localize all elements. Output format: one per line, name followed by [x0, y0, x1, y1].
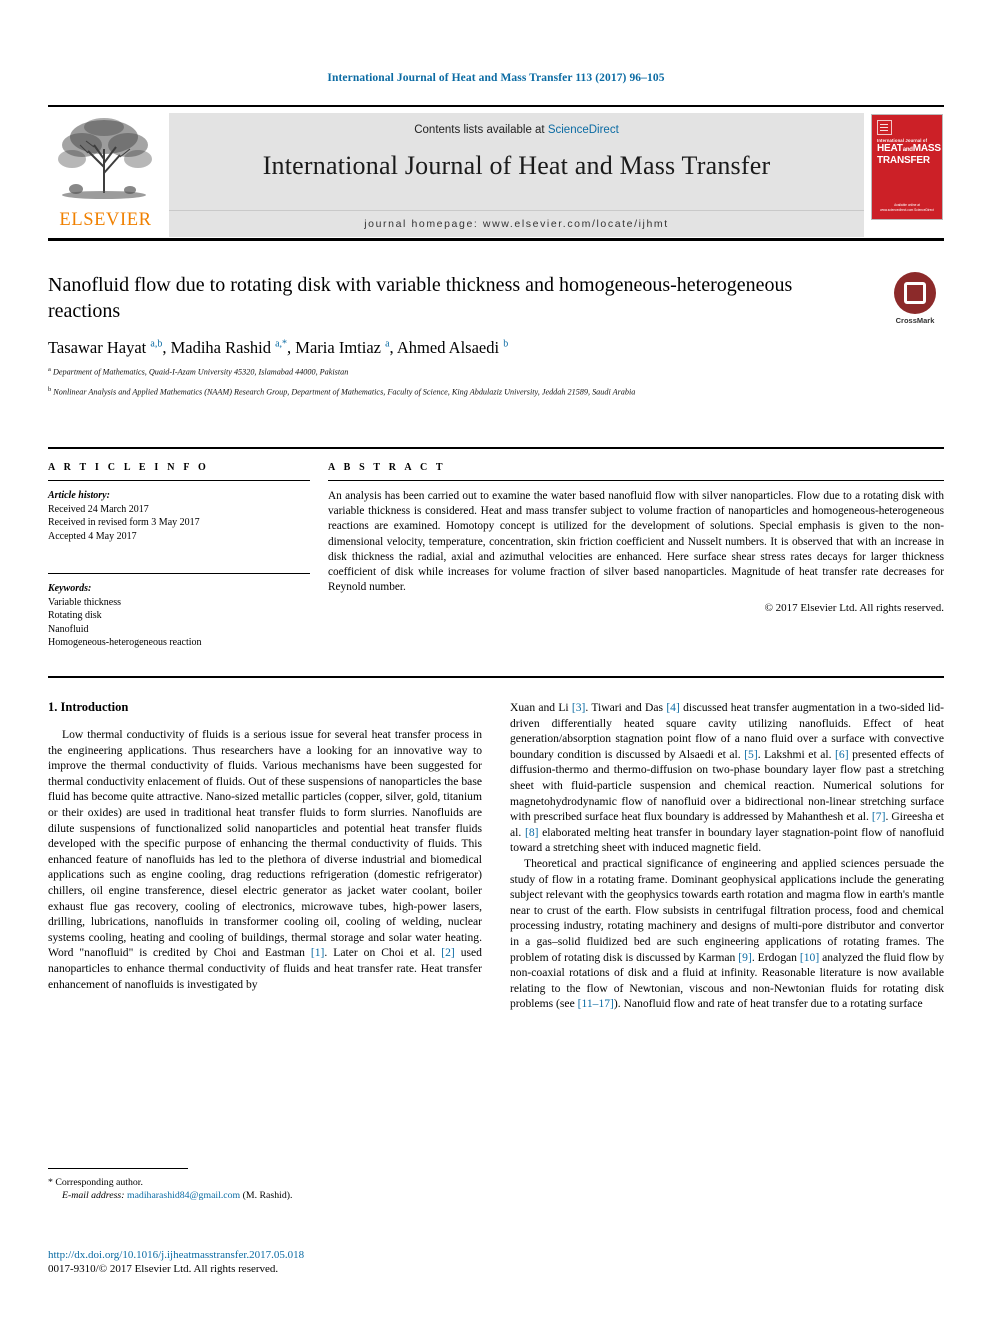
keywords-rule	[48, 573, 310, 574]
journal-masthead: ELSEVIER Contents lists available at Sci…	[48, 105, 944, 237]
article-history-label: Article history:	[48, 490, 110, 501]
article-accepted: Accepted 4 May 2017	[48, 530, 137, 542]
article-revised: Received in revised form 3 May 2017	[48, 517, 200, 528]
cover-title-and: and	[902, 147, 913, 153]
keyword-item: Variable thickness	[48, 596, 122, 608]
cover-title-transfer: TRANSFER	[877, 154, 930, 166]
cover-footer: Available online at www.sciencedirect.co…	[880, 203, 934, 212]
journal-title: International Journal of Heat and Mass T…	[262, 151, 771, 180]
abstract-heading: A B S T R A C T	[328, 462, 446, 473]
corresponding-author-line: * Corresponding author.	[48, 1176, 482, 1189]
crossmark-label: CrossMark	[895, 316, 935, 325]
journal-cover-thumbnail: International Journal of HEATandMASS TRA…	[870, 113, 944, 237]
abstract-column: A B S T R A C T An analysis has been car…	[328, 462, 944, 650]
page-title: Nanofluid flow due to rotating disk with…	[48, 274, 793, 322]
doi-block: http://dx.doi.org/10.1016/j.ijheatmasstr…	[48, 1248, 548, 1276]
abstract-bottom-rule	[48, 676, 944, 678]
intro-paragraph-right-1: Xuan and Li [3]. Tiwari and Das [4] disc…	[510, 701, 944, 855]
journal-homepage-bar[interactable]: journal homepage: www.elsevier.com/locat…	[169, 210, 864, 237]
cover-title: HEATandMASS TRANSFER	[877, 143, 941, 166]
title-block: Nanofluid flow due to rotating disk with…	[48, 272, 848, 398]
elsevier-wordmark: ELSEVIER	[59, 210, 152, 230]
cover-title-mass: MASS	[912, 143, 941, 154]
article-received: Received 24 March 2017	[48, 503, 149, 515]
sciencedirect-link[interactable]: ScienceDirect	[548, 124, 619, 136]
affiliation-a-text: Department of Mathematics, Quaid-I-Azam …	[52, 367, 349, 377]
email-label: E-mail address:	[62, 1190, 125, 1201]
info-abstract-section: A R T I C L E I N F O Article history: R…	[48, 462, 944, 650]
cover-title-heat: HEAT	[877, 143, 903, 154]
keyword-item: Nanofluid	[48, 623, 89, 635]
article-info-column: A R T I C L E I N F O Article history: R…	[48, 462, 310, 650]
paper-page: International Journal of Heat and Mass T…	[0, 0, 992, 1323]
elsevier-logo: ELSEVIER	[48, 113, 163, 237]
keywords-block: Keywords: Variable thickness Rotating di…	[48, 573, 310, 650]
email-line: E-mail address: madiharashid84@gmail.com…	[48, 1189, 482, 1202]
journal-homepage-text: journal homepage: www.elsevier.com/locat…	[364, 218, 669, 230]
affiliation-a: a Department of Mathematics, Quaid-I-Aza…	[48, 366, 349, 377]
body-column-right: Xuan and Li [3]. Tiwari and Das [4] disc…	[510, 700, 944, 1012]
corresponding-marker: *	[48, 1177, 53, 1188]
body-column-left: 1. Introduction Low thermal conductivity…	[48, 700, 482, 1012]
corresponding-text: Corresponding author.	[55, 1177, 143, 1188]
email-link[interactable]: madiharashid84@gmail.com	[127, 1190, 240, 1201]
author-list: Tasawar Hayat a,b, Madiha Rashid a,*, Ma…	[48, 338, 509, 357]
abstract-copyright: © 2017 Elsevier Ltd. All rights reserved…	[764, 602, 944, 615]
elsevier-tree-icon	[58, 118, 152, 199]
footnote-block: * Corresponding author. E-mail address: …	[48, 1168, 482, 1202]
footnote-rule	[48, 1168, 188, 1169]
keyword-item: Rotating disk	[48, 610, 102, 621]
intro-paragraph-left: Low thermal conductivity of fluids is a …	[48, 728, 482, 991]
abstract-text: An analysis has been carried out to exam…	[328, 490, 944, 594]
cover-elsevier-mark-icon	[877, 120, 892, 135]
keyword-item: Homogeneous-heterogeneous reaction	[48, 637, 202, 648]
body-columns: 1. Introduction Low thermal conductivity…	[48, 700, 944, 1012]
intro-paragraph-right-2: Theoretical and practical significance o…	[510, 856, 945, 1011]
contents-available-line: Contents lists available at ScienceDirec…	[169, 124, 864, 136]
article-info-rule	[48, 480, 310, 481]
article-history: Article history: Received 24 March 2017 …	[48, 489, 310, 543]
affiliation-b-text: Nonlinear Analysis and Applied Mathemati…	[53, 387, 636, 397]
doi-link[interactable]: http://dx.doi.org/10.1016/j.ijheatmasstr…	[48, 1248, 548, 1262]
article-info-heading: A R T I C L E I N F O	[48, 462, 209, 473]
issn-copyright: 0017-9310/© 2017 Elsevier Ltd. All right…	[48, 1263, 279, 1275]
masthead-center: Contents lists available at ScienceDirec…	[169, 113, 864, 237]
section-heading-introduction: 1. Introduction	[48, 700, 129, 714]
email-owner: (M. Rashid).	[242, 1190, 293, 1201]
crossmark-icon	[894, 272, 936, 314]
abstract-rule	[328, 480, 944, 481]
masthead-bottom-rule	[48, 238, 944, 241]
crossmark-badge[interactable]: CrossMark	[886, 272, 944, 325]
contents-prefix: Contents lists available at	[414, 124, 548, 136]
keywords-label: Keywords:	[48, 583, 92, 594]
running-head: International Journal of Heat and Mass T…	[327, 72, 665, 84]
affiliation-b: b Nonlinear Analysis and Applied Mathema…	[48, 386, 636, 397]
title-bottom-rule	[48, 447, 944, 449]
